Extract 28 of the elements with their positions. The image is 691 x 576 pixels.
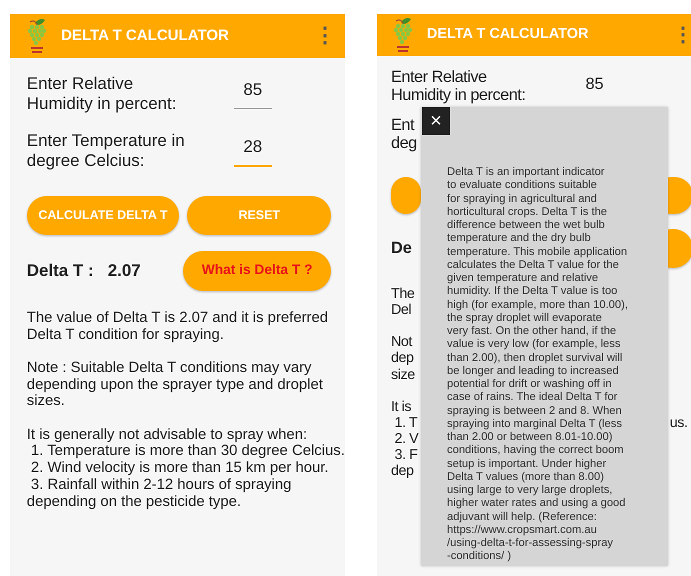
result-text: De <box>391 238 412 260</box>
help-button[interactable]: What is Delta T ? <box>182 250 332 291</box>
field-label: Enter Relative Humidity in percent: <box>26 74 178 115</box>
close-button[interactable]: × <box>422 107 450 135</box>
input-field[interactable]: 85 <box>576 72 613 102</box>
calculate-button[interactable]: CALCULATE DELTA T <box>26 196 180 235</box>
paragraph-text: Note : Suitable Delta T conditions may vary depending upon the sprayer type and droplet sizes. <box>26 360 323 410</box>
field-label: Enter Temperature in degree Celcius: <box>26 130 186 172</box>
paragraph-text: It is 1. T 2. V 3. F dep <box>391 398 418 480</box>
app-title: DELTA T CALCULATOR <box>426 25 588 44</box>
popup-text: Delta T is an important indicator to evaluate conditions suitable for spraying in agricultural and horticultural crops. Delta T is the difference between the wet bulb temperature and the dry bulb temperature. This mobile application calculates the Delta T value for the given temperature and relative humidity. If the Delta T value is too high (for example, more than 10.00), the spray droplet will evaporate very fast. On the other hand, if the value is very low (for example, less than 2.00), then droplet survival will be longer and leading to increased potential for drift or washing off in case of rains. The ideal Delta T for spraying is between 2 and 8. When spraying into marginal Delta T (less than 2.00 or between 8.01-10.00) conditions, having the correct boom setup is important. Under higher Delta T values (more than 8.00) using large to very large droplets, higher water rates and using a good adjuvant will help. (Reference: https://www.cropsmart.com.au /using-delta-t-for-assessing-spray -conditions/ ) <box>447 166 628 564</box>
grapes-icon <box>26 17 47 55</box>
paragraph-text: Not dep size <box>391 334 415 383</box>
menu-icon[interactable]: ⋮ <box>672 25 691 46</box>
reset-button[interactable]: RESET <box>187 196 332 235</box>
paragraph-text: The value of Delta T is 2.07 and it is preferred Delta T condition for spraying. <box>26 310 328 344</box>
grapes-icon <box>393 16 414 54</box>
paragraph-text: It is generally not advisable to spray when: 1. Temperature is more than 30 degree Celcius. 2. Wind velocity is more than 15 km per hour. 3. Rainfall within 2-12 hours of spraying depending on the pesticide type. <box>26 426 345 511</box>
input-field[interactable]: 85 <box>234 77 272 109</box>
calculate-button[interactable] <box>391 176 421 214</box>
field-label: Enter Relative Humidity in percent: <box>391 68 526 105</box>
paragraph-text: The Del <box>391 286 414 319</box>
field-label: Ent deg <box>391 116 417 153</box>
input-field[interactable]: 28 <box>234 134 272 167</box>
paragraph-text: us. <box>670 414 688 431</box>
result-text: Delta T : 2.07 <box>26 260 141 282</box>
menu-icon[interactable]: ⋮ <box>314 26 336 46</box>
app-title: DELTA T CALCULATOR <box>61 26 229 46</box>
